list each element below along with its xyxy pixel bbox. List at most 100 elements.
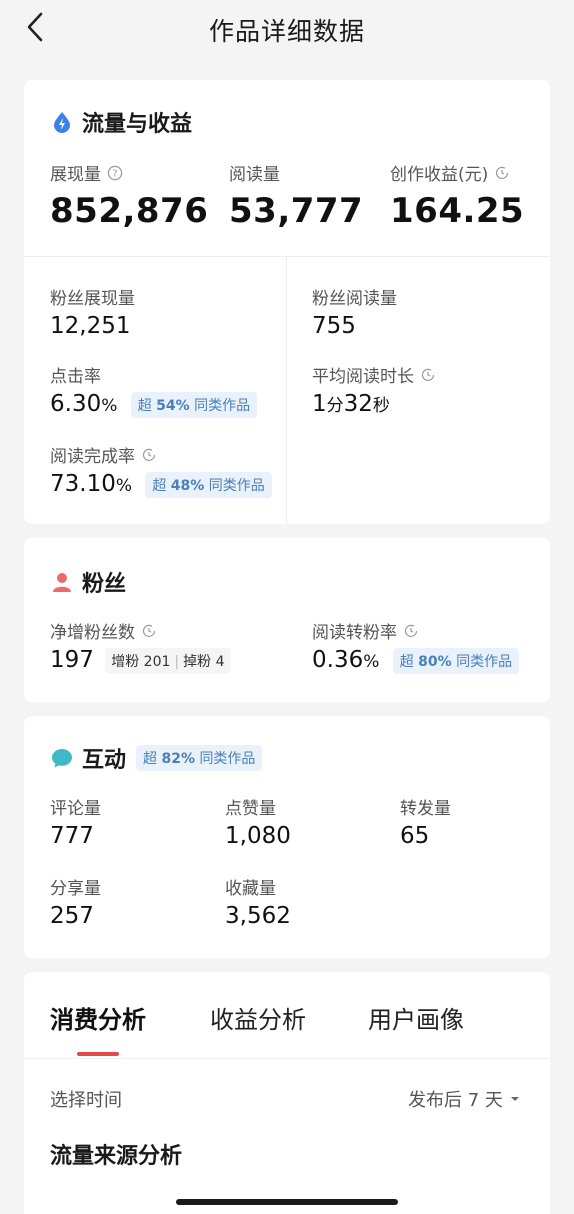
loss-label: 掉粉	[183, 653, 212, 670]
ctr-unit: %	[101, 396, 118, 416]
fans-card: 粉丝 净增粉丝数 197 增粉 201 | 掉粉 4 阅读转粉率 0.36% 超 8…	[24, 538, 550, 702]
svg-text:?: ?	[112, 168, 117, 179]
reposts-metric[interactable]: 转发量 65	[400, 794, 451, 849]
reads-value: 53,777	[229, 191, 364, 231]
clock-icon	[404, 624, 418, 637]
help-icon[interactable]: ?	[107, 165, 123, 181]
shares-metric[interactable]: 分享量 257	[50, 874, 101, 929]
gain-loss-breakdown: 增粉 201 | 掉粉 4	[105, 647, 231, 674]
loss-value: 4	[215, 653, 225, 670]
minutes-unit: 分	[326, 396, 344, 416]
earnings-value: 164.25	[390, 191, 525, 231]
interaction-card: 互动 超 82% 同类作品 评论量 777 点赞量 1,080 转发量 65 分…	[24, 716, 550, 958]
badge-prefix: 超	[137, 397, 152, 414]
comments-metric[interactable]: 评论量 777	[50, 794, 101, 849]
clock-icon	[496, 166, 509, 179]
time-range-value: 发布后 7 天	[408, 1090, 503, 1111]
conversion-label: 阅读转粉率	[312, 623, 397, 643]
seconds-value: 32	[343, 391, 373, 417]
time-range-dropdown[interactable]: 发布后 7 天	[408, 1086, 521, 1112]
impressions-label: 展现量	[50, 165, 101, 185]
completion-metric[interactable]: 阅读完成率 73.10% 超 48% 同类作品	[50, 442, 272, 498]
net-fans-metric[interactable]: 净增粉丝数 197 增粉 201 | 掉粉 4	[50, 618, 231, 674]
divider	[286, 256, 287, 524]
caret-down-icon	[510, 1097, 519, 1101]
tab-consumption-analysis[interactable]: 消费分析	[50, 1000, 146, 1035]
fan-impressions-label: 粉丝展现量	[50, 289, 135, 309]
ctr-rank-badge: 超 54% 同类作品	[130, 391, 258, 418]
gain-label: 增粉	[111, 653, 140, 670]
tab-user-profile[interactable]: 用户画像	[368, 1000, 464, 1035]
chat-bubble-icon	[52, 749, 72, 768]
fan-impressions-value: 12,251	[50, 313, 131, 339]
net-fans-label: 净增粉丝数	[50, 623, 135, 643]
seconds-unit: 秒	[372, 396, 390, 416]
net-fans-value: 197	[50, 647, 94, 673]
reads-label: 阅读量	[229, 165, 280, 185]
tab-earnings-analysis[interactable]: 收益分析	[210, 1000, 306, 1035]
home-indicator[interactable]	[176, 1199, 398, 1205]
fan-impressions-metric[interactable]: 粉丝展现量 12,251	[50, 284, 135, 339]
completion-unit: %	[115, 476, 133, 496]
badge-suffix: 同类作品	[208, 477, 265, 494]
conversion-rank-badge: 超 80% 同类作品	[392, 647, 520, 674]
completion-label: 阅读完成率	[50, 447, 135, 467]
separator: |	[174, 653, 180, 670]
interaction-card-header: 互动 超 82% 同类作品	[50, 742, 263, 774]
traffic-source-title: 流量来源分析	[50, 1144, 183, 1169]
favorites-label: 收藏量	[225, 879, 276, 899]
badge-prefix: 超	[143, 751, 158, 767]
droplet-bolt-icon	[54, 112, 70, 133]
badge-pct: 80%	[418, 653, 452, 670]
reads-metric[interactable]: 阅读量 53,777	[229, 160, 363, 231]
gain-value: 201	[143, 653, 171, 670]
favorites-metric[interactable]: 收藏量 3,562	[225, 874, 291, 929]
traffic-card-header: 流量与收益	[50, 106, 192, 138]
conversion-metric[interactable]: 阅读转粉率 0.36% 超 80% 同类作品	[312, 618, 520, 674]
badge-suffix: 同类作品	[199, 751, 256, 767]
clock-icon	[421, 368, 435, 381]
traffic-card: 流量与收益 展现量 ? 852,876 阅读量 53,777 创作收益(元) 1…	[24, 80, 550, 524]
comments-label: 评论量	[50, 799, 101, 819]
earnings-metric[interactable]: 创作收益(元) 164.25	[390, 160, 524, 231]
page-title: 作品详细数据	[208, 17, 365, 46]
completion-value: 73.10	[50, 471, 116, 497]
active-tab-indicator	[77, 1052, 119, 1056]
fan-reads-label: 粉丝阅读量	[312, 289, 397, 309]
avg-read-time-metric[interactable]: 平均阅读时长 1分32秒	[312, 362, 436, 417]
favorites-value: 3,562	[225, 903, 291, 929]
badge-prefix: 超	[399, 653, 414, 670]
badge-pct: 82%	[161, 751, 195, 767]
badge-pct: 54%	[156, 397, 190, 414]
clock-icon	[142, 448, 156, 461]
divider	[24, 256, 550, 257]
shares-value: 257	[50, 903, 94, 929]
fans-card-header: 粉丝	[50, 566, 126, 598]
time-select-label: 选择时间	[50, 1090, 122, 1111]
reposts-label: 转发量	[400, 799, 451, 819]
impressions-metric[interactable]: 展现量 ? 852,876	[50, 160, 208, 231]
likes-metric[interactable]: 点赞量 1,080	[225, 794, 291, 849]
top-bar: 作品详细数据	[0, 0, 574, 58]
interaction-rank-badge: 超 82% 同类作品	[136, 745, 263, 771]
avg-read-time-value: 1分32秒	[312, 391, 436, 417]
badge-suffix: 同类作品	[194, 397, 251, 414]
ctr-value: 6.30	[50, 391, 102, 417]
ctr-label: 点击率	[50, 367, 101, 387]
conversion-unit: %	[363, 652, 380, 672]
minutes-value: 1	[312, 391, 327, 417]
completion-rank-badge: 超 48% 同类作品	[145, 471, 272, 498]
badge-suffix: 同类作品	[456, 653, 513, 670]
avg-read-time-label: 平均阅读时长	[312, 367, 414, 387]
fan-reads-value: 755	[312, 313, 356, 339]
reposts-value: 65	[400, 823, 430, 849]
impressions-value: 852,876	[50, 191, 209, 231]
interaction-card-title: 互动	[82, 748, 127, 773]
divider	[24, 1058, 550, 1059]
fans-card-title: 粉丝	[82, 572, 127, 597]
user-icon	[53, 573, 71, 592]
fan-reads-metric[interactable]: 粉丝阅读量 755	[312, 284, 397, 339]
clock-icon	[142, 624, 156, 637]
badge-prefix: 超	[152, 477, 167, 494]
ctr-metric[interactable]: 点击率 6.30% 超 54% 同类作品	[50, 362, 258, 418]
